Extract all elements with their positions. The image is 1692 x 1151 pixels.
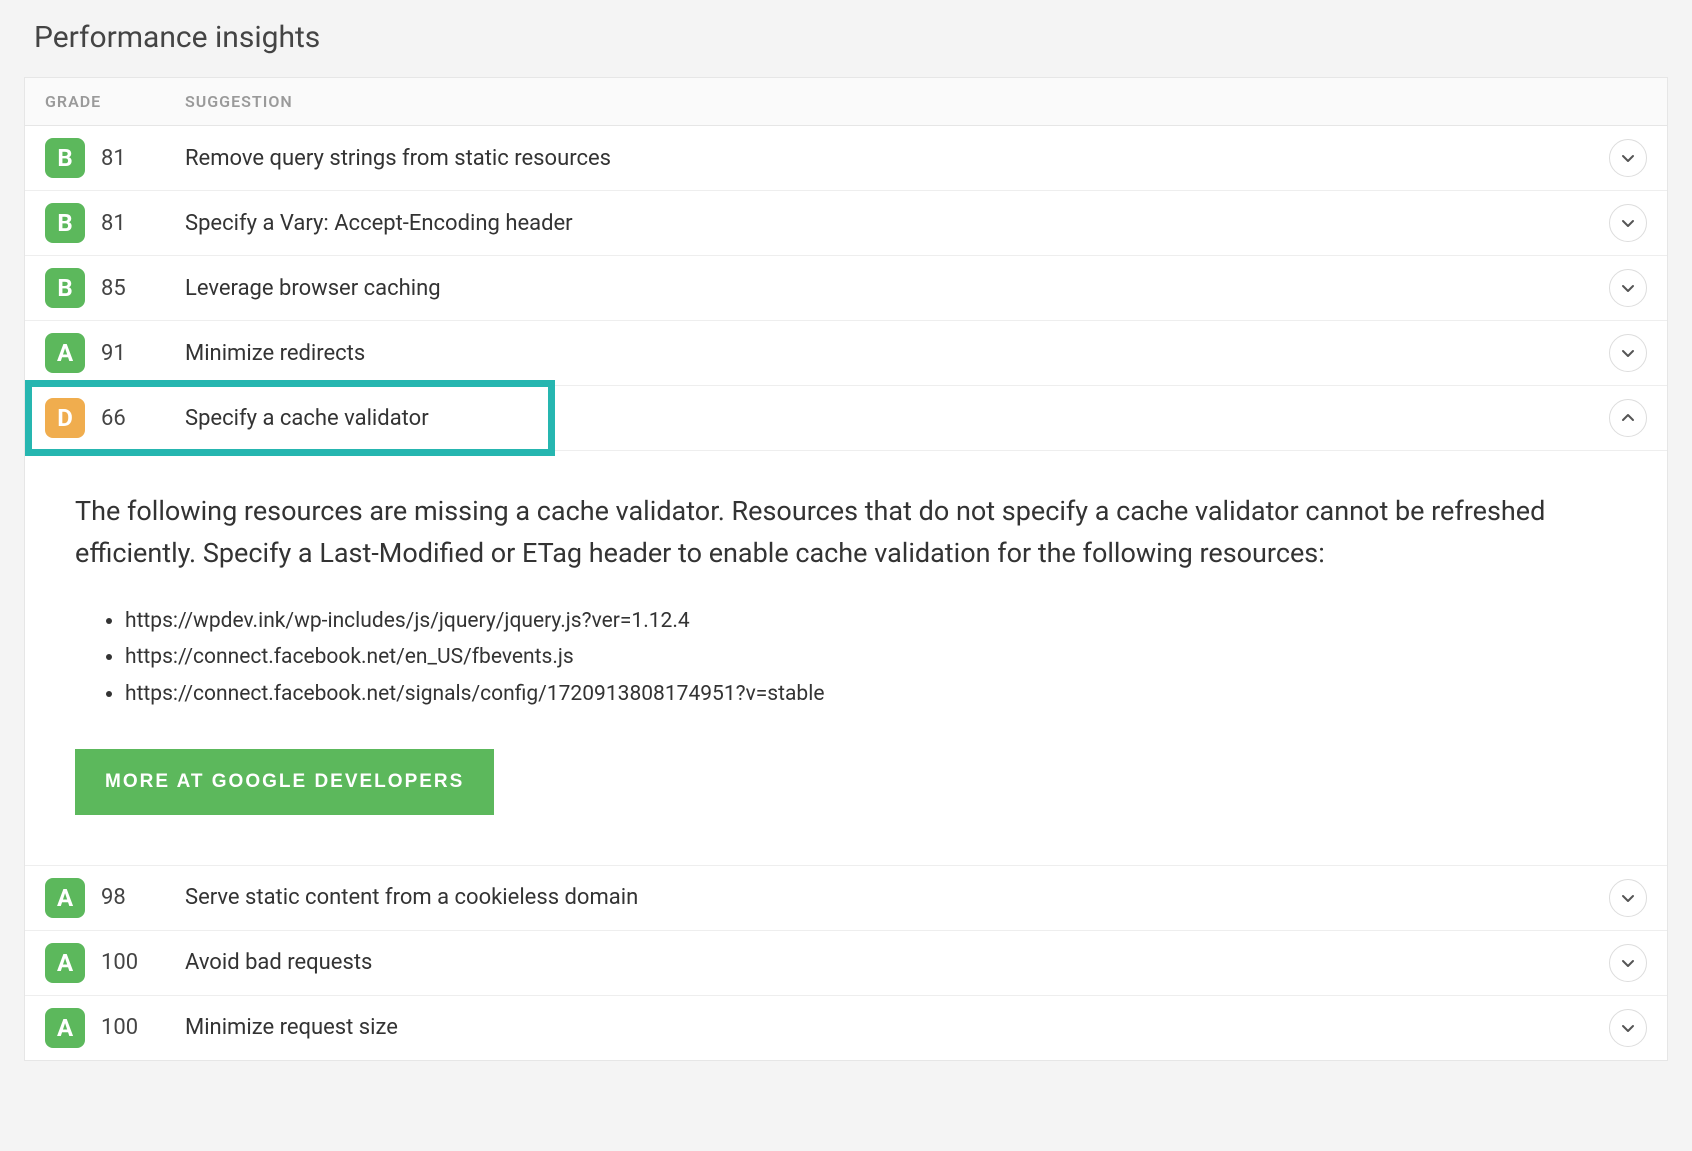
chevron-down-icon	[1620, 345, 1636, 361]
expanded-description: The following resources are missing a ca…	[75, 491, 1617, 575]
grade-badge: D	[45, 398, 85, 438]
chevron-down-icon	[1620, 890, 1636, 906]
expand-toggle[interactable]	[1609, 399, 1647, 437]
suggestion-text: Leverage browser caching	[185, 276, 1597, 301]
resource-item: https://connect.facebook.net/en_US/fbeve…	[125, 639, 1617, 676]
table-row[interactable]: A 100 Minimize request size	[25, 996, 1667, 1060]
chevron-down-icon	[1620, 280, 1636, 296]
grade-badge: B	[45, 138, 85, 178]
grade-score: 100	[101, 950, 138, 975]
expand-toggle[interactable]	[1609, 269, 1647, 307]
resource-item: https://wpdev.ink/wp-includes/js/jquery/…	[125, 603, 1617, 640]
grade-cell: A 98	[45, 878, 185, 918]
suggestion-text: Specify a cache validator	[185, 406, 1597, 431]
grade-cell: B 81	[45, 203, 185, 243]
table-row[interactable]: B 81 Remove query strings from static reso…	[25, 126, 1667, 191]
grade-badge: B	[45, 203, 85, 243]
chevron-down-icon	[1620, 150, 1636, 166]
table-row[interactable]: D 66 Specify a cache validator	[25, 386, 1667, 451]
chevron-down-icon	[1620, 215, 1636, 231]
grade-badge: A	[45, 333, 85, 373]
table-row[interactable]: A 100 Avoid bad requests	[25, 931, 1667, 996]
suggestion-text: Specify a Vary: Accept-Encoding header	[185, 211, 1597, 236]
suggestion-text: Serve static content from a cookieless d…	[185, 885, 1597, 910]
suggestion-text: Minimize request size	[185, 1015, 1597, 1040]
grade-score: 81	[101, 146, 126, 171]
chevron-down-icon	[1620, 955, 1636, 971]
grade-badge: A	[45, 878, 85, 918]
more-developers-button[interactable]: MORE AT GOOGLE DEVELOPERS	[75, 749, 494, 815]
toggle-cell	[1597, 879, 1647, 917]
chevron-up-icon	[1620, 410, 1636, 426]
toggle-cell	[1597, 1009, 1647, 1047]
suggestion-text: Remove query strings from static resourc…	[185, 146, 1597, 171]
toggle-cell	[1597, 944, 1647, 982]
toggle-cell	[1597, 139, 1647, 177]
table-row[interactable]: A 98 Serve static content from a cookieles…	[25, 866, 1667, 931]
chevron-down-icon	[1620, 1020, 1636, 1036]
grade-score: 66	[101, 406, 126, 431]
expand-toggle[interactable]	[1609, 1009, 1647, 1047]
grade-score: 85	[101, 276, 126, 301]
expand-toggle[interactable]	[1609, 944, 1647, 982]
resource-list: https://wpdev.ink/wp-includes/js/jquery/…	[75, 603, 1617, 713]
grade-cell: B 85	[45, 268, 185, 308]
grade-score: 98	[101, 885, 126, 910]
panel-title: Performance insights	[34, 20, 1668, 55]
grade-cell: A 100	[45, 1008, 185, 1048]
suggestion-text: Minimize redirects	[185, 341, 1597, 366]
grade-badge: A	[45, 943, 85, 983]
grade-cell: D 66	[45, 398, 185, 438]
suggestion-text: Avoid bad requests	[185, 950, 1597, 975]
expand-toggle[interactable]	[1609, 879, 1647, 917]
toggle-cell	[1597, 334, 1647, 372]
grade-score: 100	[101, 1015, 138, 1040]
expand-toggle[interactable]	[1609, 139, 1647, 177]
grade-score: 91	[101, 341, 126, 366]
header-grade: GRADE	[45, 92, 185, 111]
toggle-cell	[1597, 399, 1647, 437]
table-row[interactable]: B 85 Leverage browser caching	[25, 256, 1667, 321]
grade-badge: A	[45, 1008, 85, 1048]
insights-table: GRADE SUGGESTION B 81 Remove query strings…	[24, 77, 1668, 1061]
table-row[interactable]: A 91 Minimize redirects	[25, 321, 1667, 386]
grade-score: 81	[101, 211, 126, 236]
grade-cell: B 81	[45, 138, 185, 178]
table-header: GRADE SUGGESTION	[25, 78, 1667, 126]
toggle-cell	[1597, 204, 1647, 242]
header-suggestion: SUGGESTION	[185, 92, 1647, 111]
resource-item: https://connect.facebook.net/signals/con…	[125, 676, 1617, 713]
expand-toggle[interactable]	[1609, 204, 1647, 242]
expanded-details: The following resources are missing a ca…	[25, 451, 1667, 866]
toggle-cell	[1597, 269, 1647, 307]
grade-cell: A 91	[45, 333, 185, 373]
grade-cell: A 100	[45, 943, 185, 983]
grade-badge: B	[45, 268, 85, 308]
expand-toggle[interactable]	[1609, 334, 1647, 372]
table-row[interactable]: B 81 Specify a Vary: Accept-Encoding heade…	[25, 191, 1667, 256]
